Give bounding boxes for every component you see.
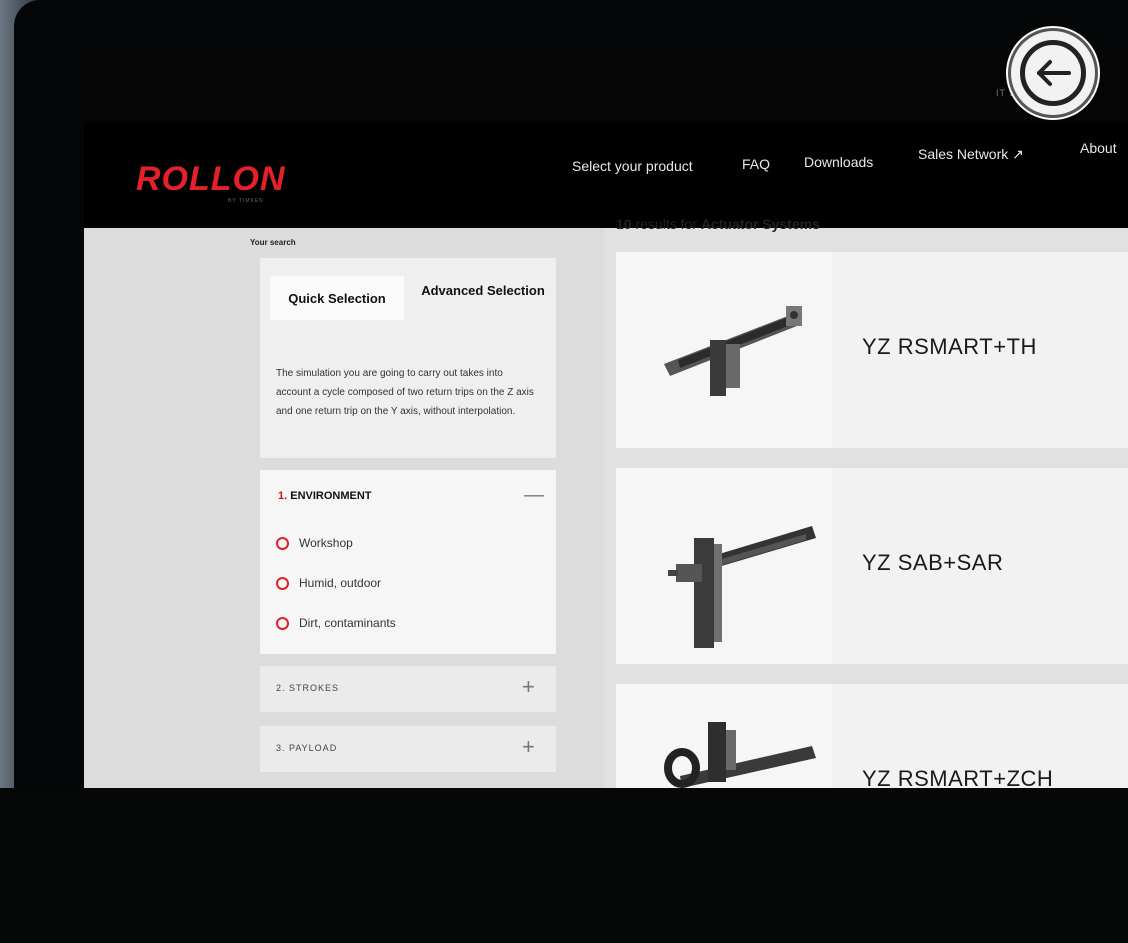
arrow-left-icon xyxy=(1037,60,1071,86)
expand-icon[interactable]: + xyxy=(522,734,535,760)
results-count: 10 xyxy=(616,216,632,232)
option-dirt-contaminants[interactable]: Dirt, contaminants xyxy=(276,616,396,630)
environment-step-number: 1. xyxy=(278,490,288,502)
environment-title-text: ENVIRONMENT xyxy=(290,490,372,502)
actuator-icon xyxy=(664,722,816,788)
results-query: Actuator Systems xyxy=(700,216,820,232)
accordion-strokes[interactable]: 2. STROKES + xyxy=(260,666,556,712)
product-image[interactable] xyxy=(616,252,832,448)
result-card[interactable]: YZ RSMART+TH xyxy=(616,252,1128,448)
option-label: Humid, outdoor xyxy=(299,576,382,590)
result-card[interactable]: YZ RSMART+ZCH xyxy=(616,684,1128,788)
nav-downloads[interactable]: Downloads xyxy=(804,154,873,170)
simulation-description: The simulation you are going to carry ou… xyxy=(276,368,534,417)
actuator-icon xyxy=(668,526,816,648)
product-image[interactable] xyxy=(616,684,832,788)
product-name[interactable]: YZ RSMART+TH xyxy=(862,334,1037,360)
arrow-left-circle-icon[interactable] xyxy=(1020,40,1086,106)
results-heading: 10 results for Actuator Systems xyxy=(616,216,820,232)
expand-icon[interactable]: + xyxy=(522,674,535,700)
radio-icon[interactable] xyxy=(276,616,289,630)
tab-advanced-selection[interactable]: Advanced Selection xyxy=(420,280,546,302)
laptop-bottom-bezel xyxy=(0,788,1128,943)
results-prefix: results for xyxy=(635,216,697,232)
option-label: Dirt, contaminants xyxy=(299,616,396,630)
product-name[interactable]: YZ SAB+SAR xyxy=(862,550,1003,576)
nav-about[interactable]: About xyxy=(1080,140,1117,156)
nav-faq[interactable]: FAQ xyxy=(742,156,770,172)
option-label: Workshop xyxy=(299,536,353,550)
result-card[interactable]: YZ SAB+SAR xyxy=(616,468,1128,664)
back-button[interactable] xyxy=(1008,28,1098,118)
utility-bar: IT SEARCH xyxy=(84,60,1128,122)
environment-title[interactable]: 1. ENVIRONMENT xyxy=(278,490,372,502)
product-image[interactable] xyxy=(616,468,832,664)
radio-icon[interactable] xyxy=(276,576,289,590)
accordion-label: 2. STROKES xyxy=(276,683,340,693)
browser-screen: IT SEARCH ROLLON BY TIMKEN Select your p… xyxy=(84,60,1128,788)
selection-tabs-card: Quick Selection Advanced Selection The s… xyxy=(260,258,556,458)
option-workshop[interactable]: Workshop xyxy=(276,536,353,550)
accordion-label: 3. PAYLOAD xyxy=(276,743,338,753)
nav-select-product[interactable]: Select your product xyxy=(572,158,693,174)
rollon-logo[interactable]: ROLLON xyxy=(136,160,286,199)
your-search-label: Your search xyxy=(250,238,296,247)
product-name[interactable]: YZ RSMART+ZCH xyxy=(862,766,1053,788)
page-content: Your search Quick Selection Advanced Sel… xyxy=(84,216,1128,788)
actuator-icon xyxy=(664,306,802,396)
logo-subtitle: BY TIMKEN xyxy=(228,198,264,204)
collapse-icon[interactable]: — xyxy=(524,484,544,507)
radio-icon[interactable] xyxy=(276,536,289,550)
option-humid-outdoor[interactable]: Humid, outdoor xyxy=(276,576,381,590)
tab-quick-selection[interactable]: Quick Selection xyxy=(270,276,404,320)
environment-section: 1. ENVIRONMENT — Workshop Humid, outdoor… xyxy=(260,470,556,654)
nav-sales-network[interactable]: Sales Network ↗ xyxy=(918,146,1024,163)
accordion-payload[interactable]: 3. PAYLOAD + xyxy=(260,726,556,772)
